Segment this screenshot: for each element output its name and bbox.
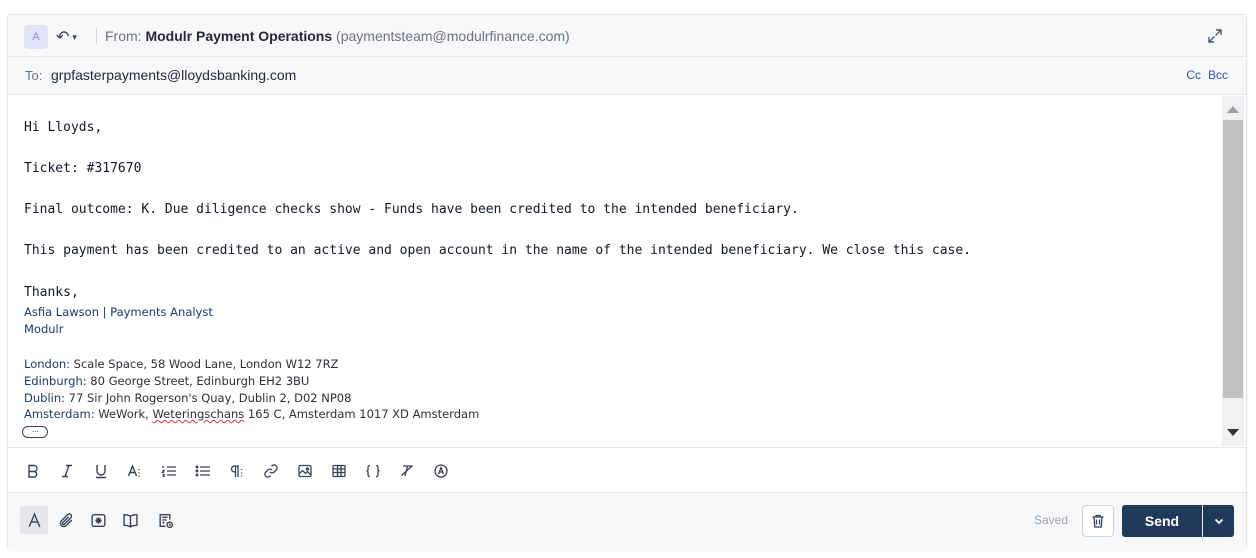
address-text: WeWork, [94,407,153,421]
ticket-line: Ticket: #317670 [24,161,142,176]
attachment-icon[interactable] [52,506,80,534]
signature-company: Modulr [24,322,64,336]
chevron-down-icon: ▾ [72,31,77,42]
details-line: This payment has been credited to an act… [24,243,972,258]
address-london: London: Scale Space, 58 Wood Lane, Londo… [24,357,338,371]
from-name: Modulr Payment Operations [145,28,333,44]
expand-icon[interactable] [1206,27,1224,45]
to-label: To: [25,68,43,83]
address-text: 77 Sir John Rogerson's Quay, Dublin 2, D… [65,391,352,405]
bcc-link[interactable]: Bcc [1208,68,1228,82]
from-field[interactable]: From: Modulr Payment Operations (payment… [105,28,570,44]
action-bar: Saved Send [8,493,1246,550]
insert-snippet-icon[interactable] [84,506,112,534]
address-label: Edinburgh: [24,374,87,388]
email-composer: A ↶ ▾ From: Modulr Payment Operations (p… [7,14,1247,550]
from-email: (paymentsteam@modulrfinance.com) [336,28,570,44]
clear-format-icon[interactable] [397,461,417,481]
greeting-line: Hi Lloyds, [24,120,103,135]
send-button[interactable]: Send [1122,505,1202,537]
from-label: From: [105,28,142,44]
discard-draft-button[interactable] [1082,505,1114,537]
scrollbar[interactable] [1222,96,1244,446]
underline-icon[interactable] [91,461,111,481]
link-icon[interactable] [261,461,281,481]
scroll-down-icon[interactable] [1227,429,1239,436]
text-format-icon[interactable] [20,506,48,534]
message-body[interactable]: Hi Lloyds, Ticket: #317670 Final outcome… [8,96,1220,446]
italic-icon[interactable] [57,461,77,481]
ordered-list-icon[interactable] [159,461,179,481]
reply-mode-dropdown[interactable]: ↶ ▾ [56,26,88,48]
knowledge-base-icon[interactable] [116,506,144,534]
to-row: To: grpfasterpayments@lloydsbanking.com … [8,57,1246,95]
bullet-list-icon[interactable] [193,461,213,481]
divider [96,28,97,44]
reply-arrow-icon: ↶ [56,29,70,46]
paragraph-icon[interactable] [227,461,247,481]
send-options-dropdown[interactable] [1203,505,1234,537]
address-amsterdam: Amsterdam: WeWork, Weteringschans 165 C,… [24,407,479,421]
signature-name: Asfia Lawson | Payments Analyst [24,305,213,319]
scroll-up-icon[interactable] [1227,106,1239,113]
template-icon[interactable] [151,506,179,534]
scrollbar-thumb[interactable] [1223,120,1243,398]
address-text: 165 C, Amsterdam 1017 XD Amsterdam [244,407,480,421]
chevron-down-icon [1214,518,1224,525]
outcome-line: Final outcome: K. Due diligence checks s… [24,202,799,217]
from-row: A ↶ ▾ From: Modulr Payment Operations (p… [8,15,1246,57]
bold-icon[interactable] [23,461,43,481]
address-edinburgh: Edinburgh: 80 George Street, Edinburgh E… [24,374,309,388]
table-icon[interactable] [329,461,349,481]
to-recipient[interactable]: grpfasterpayments@lloydsbanking.com [51,67,296,83]
misspelled-word[interactable]: Weteringschans [152,407,244,421]
image-icon[interactable] [295,461,315,481]
signature-icon[interactable] [431,461,451,481]
trash-icon [1092,514,1104,528]
cc-link[interactable]: Cc [1186,68,1201,82]
saved-status: Saved [1033,513,1068,527]
thanks-line: Thanks, [24,285,79,300]
address-text: 80 George Street, Edinburgh EH2 3BU [86,374,310,388]
show-trimmed-content-button[interactable]: ··· [22,426,48,438]
address-text: Scale Space, 58 Wood Lane, London W12 7R… [70,357,339,371]
address-dublin: Dublin: 77 Sir John Rogerson's Quay, Dub… [24,391,351,405]
font-size-icon[interactable] [125,461,145,481]
avatar[interactable]: A [24,25,48,49]
address-label: Amsterdam: [24,407,95,421]
address-label: Dublin: [24,391,65,405]
formatting-toolbar [8,447,1246,493]
address-label: London: [24,357,71,371]
code-icon[interactable] [363,461,383,481]
